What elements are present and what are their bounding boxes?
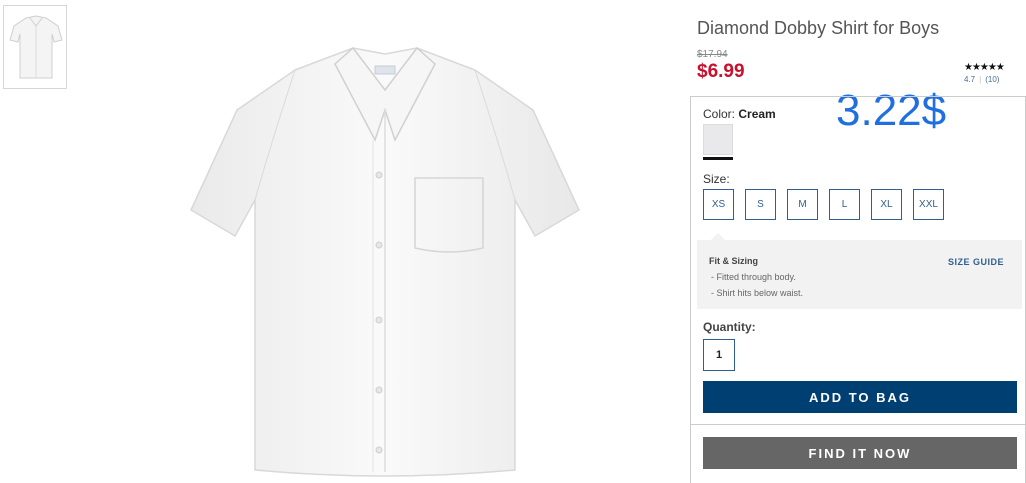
fit-note: - Shirt hits below waist. (711, 288, 804, 298)
rating-widget[interactable]: ★★★★★ 4.7 | (10) (964, 62, 1005, 84)
quantity-label: Quantity: (703, 320, 756, 334)
main-product-image (190, 46, 580, 477)
swatch-selected-indicator (703, 157, 733, 160)
size-option-l[interactable]: L (829, 189, 860, 220)
review-count[interactable]: (10) (985, 75, 999, 84)
color-label: Color: Cream (703, 107, 776, 121)
size-option-xl[interactable]: XL (871, 189, 902, 220)
rating-meta: 4.7 | (10) (964, 75, 1000, 84)
shirt-thumbnail-image (9, 15, 63, 79)
sale-price: $6.99 (697, 61, 745, 82)
fit-note: - Fitted through body. (711, 272, 796, 282)
size-option-xxl[interactable]: XXL (913, 189, 944, 220)
product-title: Diamond Dobby Shirt for Boys (697, 18, 940, 38)
selected-color: Cream (738, 107, 776, 121)
star-rating-icon: ★★★★★ (964, 62, 1005, 73)
size-option-m[interactable]: M (787, 189, 818, 220)
product-thumbnail[interactable] (3, 5, 67, 89)
color-swatch-cream[interactable] (703, 124, 733, 155)
find-it-now-button[interactable]: FIND IT NOW (703, 437, 1017, 469)
fit-title: Fit & Sizing (709, 256, 758, 266)
panel-divider (690, 424, 1026, 425)
size-option-s[interactable]: S (745, 189, 776, 220)
size-label: Size: (703, 172, 730, 186)
size-guide-link[interactable]: SIZE GUIDE (948, 257, 1004, 267)
quantity-input[interactable]: 1 (703, 339, 735, 371)
rating-value: 4.7 (964, 75, 976, 84)
original-price: $17.94 (697, 49, 728, 60)
size-option-xs[interactable]: XS (703, 189, 734, 220)
size-selector: XS S M L XL XXL (703, 189, 944, 220)
add-to-bag-button[interactable]: ADD TO BAG (703, 381, 1017, 413)
fit-box-pointer (711, 233, 725, 240)
